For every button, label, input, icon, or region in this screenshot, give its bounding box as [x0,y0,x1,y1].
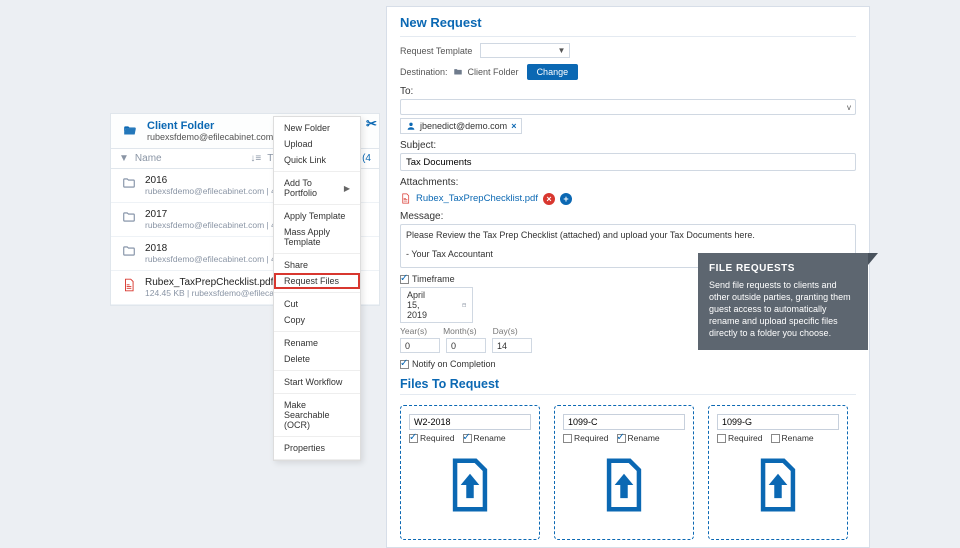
message-label: Message: [400,211,443,222]
file-request-card[interactable]: Required Rename [400,405,540,540]
date-input[interactable]: April 15, 2019 [400,287,473,323]
folder-open-icon [121,124,139,138]
menu-item-upload[interactable]: Upload [274,136,360,152]
menu-item-copy[interactable]: Copy [274,312,360,328]
months-input[interactable]: 0 [446,338,486,353]
chevron-right-icon: ▶ [344,184,350,193]
attachments-label: Attachments: [400,177,458,188]
required-checkbox[interactable] [563,434,572,443]
subject-label: Subject: [400,140,436,151]
menu-item-start-workflow[interactable]: Start Workflow [274,374,360,390]
menu-item-quick-link[interactable]: Quick Link [274,152,360,168]
destination-chip: Client Folder [452,67,519,77]
file-name-input[interactable] [717,414,839,430]
info-callout: FILE REQUESTS Send file requests to clie… [698,253,868,350]
remove-attachment-icon[interactable]: × [543,193,555,205]
file-request-card[interactable]: Required Rename [554,405,694,540]
rename-checkbox[interactable] [771,434,780,443]
folder-subtitle: rubexsfdemo@efilecabinet.com | 4 [147,132,286,142]
years-label: Year(s) [400,326,427,336]
to-select[interactable]: v [400,99,856,115]
pdf-icon [400,192,411,205]
add-attachment-icon[interactable]: + [560,193,572,205]
template-label: Request Template [400,46,472,56]
files-to-request-title: Files To Request [400,377,856,395]
required-option[interactable]: Required [409,433,455,443]
date-value: April 15, 2019 [407,290,432,320]
file-request-card[interactable]: Required Rename [708,405,848,540]
years-input[interactable]: 0 [400,338,440,353]
recipient-tag[interactable]: jbenedict@demo.com × [400,118,522,134]
pdf-icon [121,278,137,292]
menu-item-request-files[interactable]: Request Files [274,273,360,289]
folder-icon [121,210,137,224]
subject-input[interactable] [400,153,856,171]
recipient-email: jbenedict@demo.com [420,121,507,131]
menu-item-apply-template[interactable]: Apply Template [274,208,360,224]
days-label: Day(s) [493,326,518,336]
rename-option[interactable]: Rename [463,433,506,443]
folder-title: Client Folder [147,120,286,132]
rename-checkbox[interactable] [463,434,472,443]
calendar-icon[interactable] [462,300,466,310]
callout-body: Send file requests to clients and other … [709,279,857,340]
menu-item-cut[interactable]: Cut [274,296,360,312]
required-checkbox[interactable] [717,434,726,443]
menu-item-properties[interactable]: Properties [274,440,360,456]
months-label: Month(s) [443,326,477,336]
rename-option[interactable]: Rename [771,433,814,443]
days-input[interactable]: 14 [492,338,532,353]
attachment-name[interactable]: Rubex_TaxPrepChecklist.pdf [416,193,538,204]
timeframe-label: Timeframe [412,274,455,284]
template-select[interactable]: ▼ [480,43,570,58]
notify-label: Notify on Completion [412,359,496,369]
rename-checkbox[interactable] [617,434,626,443]
upload-icon [600,457,648,513]
menu-item-rename[interactable]: Rename [274,335,360,351]
message-line1: Please Review the Tax Prep Checklist (at… [406,229,850,242]
folder-icon [121,244,137,258]
upload-icon [754,457,802,513]
panel-title: New Request [400,13,856,37]
menu-item-new-folder[interactable]: New Folder [274,120,360,136]
context-menu: New FolderUploadQuick Link Add To Portfol… [273,116,361,461]
sort-icon[interactable]: ↓≡ [250,153,261,164]
folder-icon [121,176,137,190]
menu-item-mass-apply-template[interactable]: Mass Apply Template [274,224,360,250]
count-paren: (4 [362,153,371,164]
required-checkbox[interactable] [409,434,418,443]
required-option[interactable]: Required [717,433,763,443]
destination-folder: Client Folder [468,67,519,77]
rename-option[interactable]: Rename [617,433,660,443]
remove-tag-icon[interactable]: × [511,121,516,131]
upload-icon [446,457,494,513]
menu-item-add-to-portfolio[interactable]: Add To Portfolio▶ [274,175,360,201]
chevron-down-icon: v [847,103,851,112]
to-label: To: [400,86,413,97]
filter-icon[interactable]: ▼ [119,153,129,164]
user-icon [406,121,416,131]
menu-item-share[interactable]: Share [274,257,360,273]
change-button[interactable]: Change [527,64,579,80]
menu-item-delete[interactable]: Delete [274,351,360,367]
menu-item-make-searchable-ocr-[interactable]: Make Searchable (OCR) [274,397,360,433]
column-name[interactable]: Name [135,153,162,164]
notify-checkbox[interactable] [400,360,409,369]
destination-label: Destination: [400,67,448,77]
required-option[interactable]: Required [563,433,609,443]
folder-mini-icon [452,67,464,77]
callout-title: FILE REQUESTS [709,262,857,276]
file-name-input[interactable] [409,414,531,430]
file-name-input[interactable] [563,414,685,430]
timeframe-checkbox[interactable] [400,275,409,284]
scissors-icon[interactable]: ✂ [366,116,377,132]
